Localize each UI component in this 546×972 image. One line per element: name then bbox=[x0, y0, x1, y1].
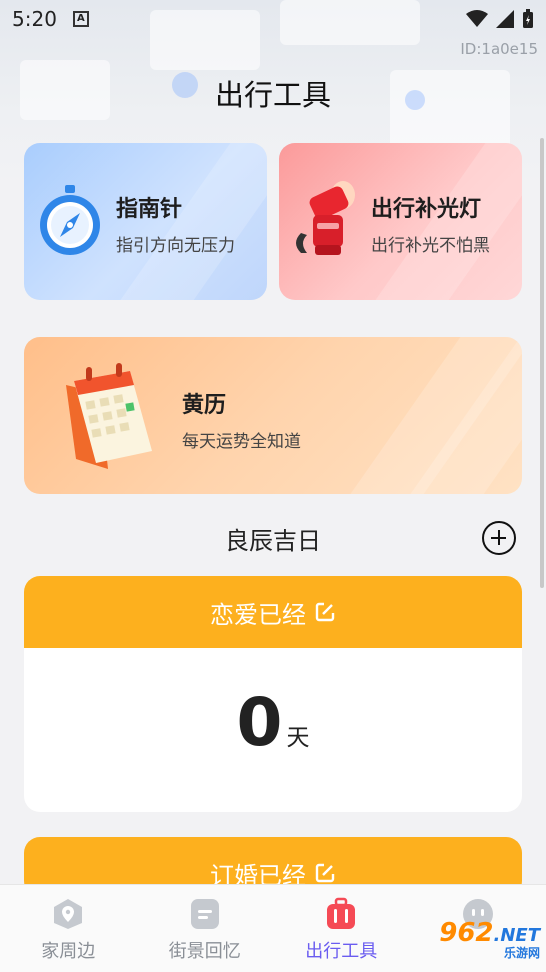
compass-subtitle: 指引方向无压力 bbox=[116, 236, 235, 256]
counter-body: 0 天 bbox=[24, 648, 522, 812]
almanac-card[interactable]: 黄历 每天运势全知道 bbox=[24, 337, 522, 494]
counter-card-love[interactable]: 恋爱已经 0 天 bbox=[24, 576, 522, 812]
status-time: 5:20 bbox=[12, 7, 57, 31]
nav-item-travel-tools[interactable]: 出行工具 bbox=[273, 885, 410, 972]
counter-title: 恋爱已经 bbox=[210, 600, 306, 629]
notification-icon: A bbox=[72, 11, 89, 27]
counter-header: 恋爱已经 bbox=[24, 576, 522, 648]
edit-icon[interactable] bbox=[314, 601, 336, 623]
wifi-icon bbox=[466, 10, 488, 27]
watermark-suffix: .NET bbox=[493, 925, 540, 946]
nav-label: 家周边 bbox=[41, 941, 96, 962]
page-title: 出行工具 bbox=[214, 78, 331, 112]
almanac-title: 黄历 bbox=[182, 393, 227, 418]
counter-value: 0 bbox=[236, 684, 283, 761]
flashlight-card[interactable]: 出行补光灯 出行补光不怕黑 bbox=[279, 143, 522, 300]
watermark-main: 962 bbox=[439, 918, 494, 948]
watermark-logo: 962.NET 乐游网 bbox=[439, 918, 540, 961]
location-icon bbox=[54, 899, 83, 929]
compass-card[interactable]: 指南针 指引方向无压力 bbox=[24, 143, 267, 300]
flashlight-subtitle: 出行补光不怕黑 bbox=[371, 236, 490, 256]
nav-item-nearby[interactable]: 家周边 bbox=[0, 885, 137, 972]
compass-icon bbox=[40, 185, 100, 255]
flashlight-icon bbox=[296, 181, 355, 255]
scrollbar[interactable] bbox=[540, 138, 544, 588]
counter-unit: 天 bbox=[286, 725, 310, 751]
status-bar: 5:20 A bbox=[0, 0, 546, 38]
section-header: 良辰吉日 bbox=[0, 515, 546, 559]
document-icon bbox=[190, 899, 219, 929]
battery-icon bbox=[523, 9, 533, 28]
suitcase-icon bbox=[327, 897, 356, 929]
compass-title: 指南针 bbox=[116, 197, 183, 222]
calendar-icon bbox=[66, 363, 152, 469]
section-title: 良辰吉日 bbox=[225, 527, 321, 555]
nav-item-streetview[interactable]: 街景回忆 bbox=[137, 885, 274, 972]
signal-icon bbox=[496, 10, 514, 28]
status-icons bbox=[466, 9, 534, 29]
add-plus-icon[interactable] bbox=[482, 521, 516, 555]
flashlight-title: 出行补光灯 bbox=[371, 197, 482, 222]
nav-label: 出行工具 bbox=[305, 941, 378, 962]
id-label: ID:1a0e15 bbox=[460, 40, 538, 58]
almanac-subtitle: 每天运势全知道 bbox=[182, 432, 301, 452]
edit-icon[interactable] bbox=[314, 862, 336, 884]
nav-label: 街景回忆 bbox=[168, 941, 241, 962]
